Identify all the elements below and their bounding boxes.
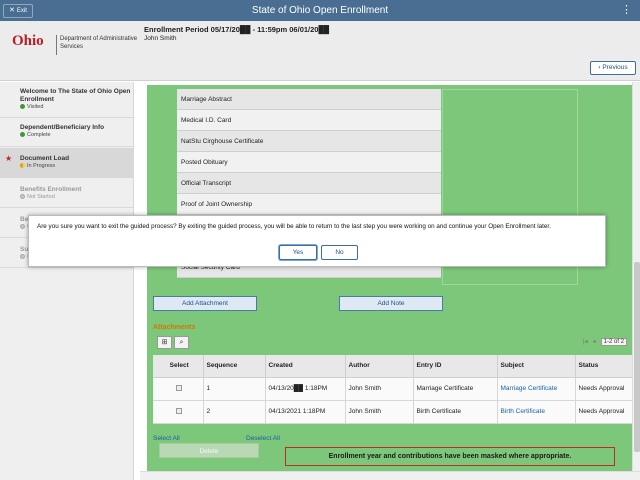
required-star-icon: ★ <box>5 154 13 163</box>
page-range-select[interactable]: 1-2 of 2 <box>600 338 627 346</box>
visited-status-icon <box>20 104 25 109</box>
no-button[interactable]: No <box>321 245 358 260</box>
search-icon[interactable]: ⌕ <box>174 336 189 349</box>
logo-divider <box>56 35 57 55</box>
complete-status-icon <box>20 132 25 137</box>
column-header: Status <box>575 355 635 378</box>
column-header: Subject <box>497 355 576 378</box>
step-status: In Progress <box>27 163 56 169</box>
subject-link[interactable]: Marriage Certificate <box>497 377 576 401</box>
previous-button[interactable]: ‹ Previous <box>590 61 636 75</box>
more-options-icon[interactable]: ⋮ <box>621 4 632 16</box>
select-cell <box>153 377 204 401</box>
author-cell: John Smith <box>345 377 414 401</box>
vertical-scrollbar[interactable] <box>632 82 640 472</box>
logo-department-text: Department of Administrative Services <box>60 36 138 50</box>
deselect-all-link[interactable]: Deselect All <box>246 435 280 442</box>
status-cell: Needs Approval <box>575 377 635 401</box>
table-row: 2 04/13/2021 1:18PM John Smith Birth Cer… <box>153 400 635 424</box>
first-page-icon[interactable]: |◂ <box>583 339 588 345</box>
previous-label: Previous <box>602 64 628 71</box>
select-all-link[interactable]: Select All <box>153 435 180 442</box>
column-header: Author <box>345 355 414 378</box>
step-status: Visited <box>27 104 44 110</box>
step-dependent-info[interactable]: Dependent/Beneficiary Info Complete <box>0 120 134 147</box>
in-progress-status-icon <box>20 163 25 168</box>
column-header: Created <box>265 355 346 378</box>
enrollment-period: Enrollment Period 05/17/20██ - 11:59pm 0… <box>144 25 330 34</box>
not-started-status-icon <box>20 224 25 229</box>
step-label: Welcome to The State of Ohio Open Enroll… <box>20 88 131 103</box>
row-checkbox[interactable] <box>176 384 182 391</box>
prev-page-icon[interactable]: ◂ <box>593 339 596 345</box>
grid-pager: |◂ ◂ 1-2 of 2 <box>583 338 627 346</box>
not-started-status-icon <box>20 254 25 259</box>
app-title: State of Ohio Open Enrollment <box>251 5 389 16</box>
personalize-grid-icon[interactable]: ⊞ <box>157 336 172 349</box>
row-checkbox[interactable] <box>176 407 182 414</box>
main-content: Marriage Abstract Medical I.D. Card NatS… <box>135 82 640 480</box>
logo-ohio-text: Ohio <box>12 33 44 49</box>
step-welcome[interactable]: Welcome to The State of Ohio Open Enroll… <box>0 88 134 118</box>
employee-name: John Smith <box>144 35 177 42</box>
created-cell: 04/13/20██ 1:18PM <box>265 377 346 401</box>
status-cell: Needs Approval <box>575 400 635 424</box>
column-header: Entry ID <box>413 355 498 378</box>
list-item[interactable]: NatStu Cirghouse Certificate <box>177 131 441 152</box>
exit-confirm-dialog: Are you sure you want to exit the guided… <box>28 215 606 267</box>
horizontal-scrollbar[interactable] <box>140 471 640 480</box>
title-bar: ✕ Exit State of Ohio Open Enrollment ⋮ <box>0 0 640 21</box>
yes-button[interactable]: Yes <box>279 245 317 260</box>
list-item[interactable]: Posted Obituary <box>177 152 441 173</box>
attachments-title: Attachments <box>153 324 196 331</box>
not-started-status-icon <box>20 194 25 199</box>
step-label: Document Load <box>20 155 70 162</box>
entry-id-cell: Marriage Certificate <box>413 377 498 401</box>
sequence-cell: 1 <box>203 377 266 401</box>
step-label: Benefits Enrollment <box>20 186 82 193</box>
step-benefits-enrollment[interactable]: Benefits Enrollment Not Started <box>0 180 134 208</box>
list-item[interactable]: Official Transcript <box>177 173 441 194</box>
column-header: Select <box>153 355 204 378</box>
step-status: Not Started <box>27 194 55 200</box>
highlighted-region: Marriage Abstract Medical I.D. Card NatS… <box>147 85 635 475</box>
scrollbar-thumb[interactable] <box>634 262 640 452</box>
list-item[interactable]: Medical I.D. Card <box>177 110 441 131</box>
guided-steps-sidebar: Welcome to The State of Ohio Open Enroll… <box>0 82 134 480</box>
column-header: Sequence <box>203 355 266 378</box>
step-document-load[interactable]: ★ Document Load In Progress <box>0 148 134 178</box>
table-row: 1 04/13/20██ 1:18PM John Smith Marriage … <box>153 377 635 401</box>
select-cell <box>153 400 204 424</box>
list-item[interactable]: Proof of Joint Ownership <box>177 194 441 215</box>
sequence-cell: 2 <box>203 400 266 424</box>
step-status: Complete <box>27 132 51 138</box>
list-item[interactable]: Marriage Abstract <box>177 89 441 110</box>
dialog-message: Are you sure you want to exit the guided… <box>37 223 551 230</box>
table-header-row: Select Sequence Created Author Entry ID … <box>153 355 635 378</box>
add-attachment-button[interactable]: Add Attachment <box>153 296 257 311</box>
delete-button[interactable]: Delete <box>159 443 259 458</box>
attachments-table: Select Sequence Created Author Entry ID … <box>153 355 635 424</box>
page-header: Ohio Department of Administrative Servic… <box>0 21 640 81</box>
author-cell: John Smith <box>345 400 414 424</box>
add-note-button[interactable]: Add Note <box>339 296 443 311</box>
subject-link[interactable]: Birth Certificate <box>497 400 576 424</box>
masking-notice: Enrollment year and contributions have b… <box>285 447 615 466</box>
created-cell: 04/13/2021 1:18PM <box>265 400 346 424</box>
entry-id-cell: Birth Certificate <box>413 400 498 424</box>
step-label: Dependent/Beneficiary Info <box>20 124 105 131</box>
